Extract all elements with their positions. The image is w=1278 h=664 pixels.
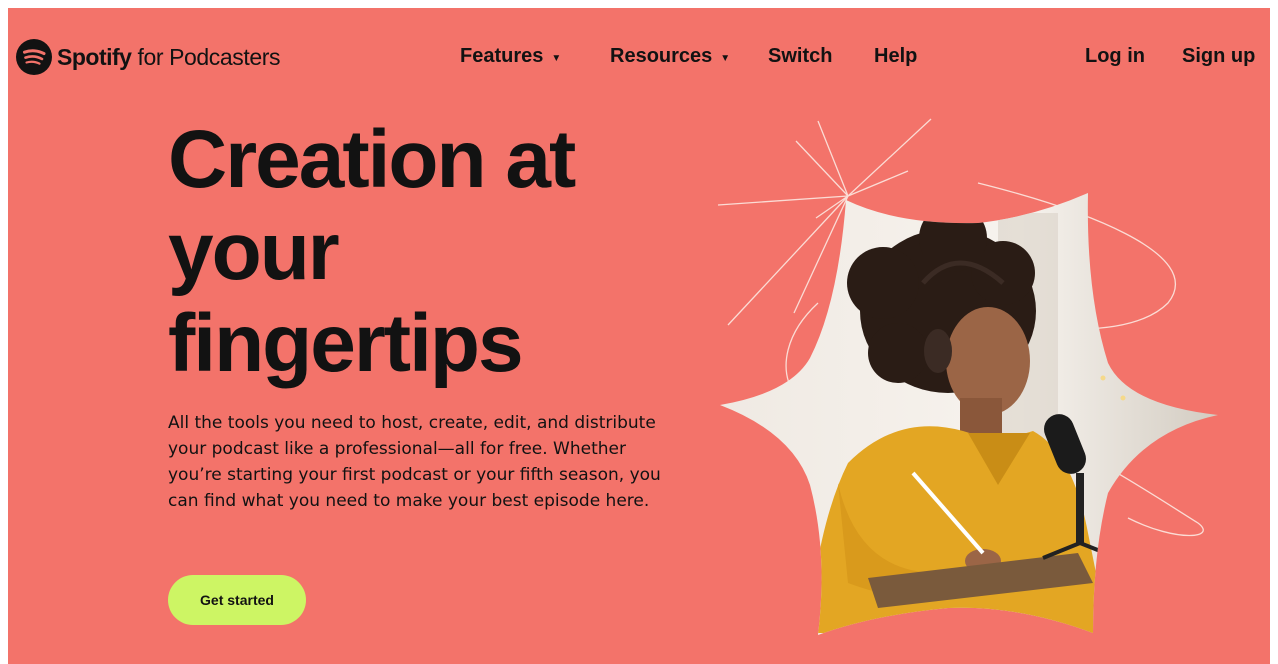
hero-title: Creation at your fingertips (168, 114, 688, 390)
spotify-logo-icon (16, 39, 52, 75)
hero-title-line-1: Creation at (168, 114, 576, 205)
hero-description: All the tools you need to host, create, … (168, 413, 661, 511)
nav-resources-label: Resources (610, 45, 713, 67)
hero-illustration (717, 118, 1218, 635)
nav-features-label: Features (460, 45, 544, 67)
nav-features[interactable]: Features ▼ (460, 45, 561, 68)
get-started-button[interactable]: Get started (168, 575, 306, 625)
hero-title-line-2: your (168, 206, 340, 297)
nav-switch[interactable]: Switch (768, 45, 832, 68)
brand-subtitle: for Podcasters (137, 43, 281, 70)
nav-resources[interactable]: Resources ▼ (610, 45, 730, 68)
hero-title-line-3: fingertips (168, 298, 524, 389)
nav-help[interactable]: Help (874, 45, 917, 68)
top-nav: Spotify for Podcasters Features ▼ Resour… (8, 8, 1270, 108)
nav-switch-label: Switch (768, 45, 833, 67)
caret-down-icon: ▼ (720, 53, 731, 64)
signup-label: Sign up (1182, 45, 1256, 67)
nav-help-label: Help (874, 45, 918, 67)
brand-link[interactable]: Spotify for Podcasters (16, 39, 281, 75)
page: Spotify for Podcasters Features ▼ Resour… (8, 8, 1270, 664)
login-link[interactable]: Log in (1085, 45, 1145, 68)
login-label: Log in (1085, 45, 1145, 67)
caret-down-icon: ▼ (551, 53, 562, 64)
brand-name: Spotify (57, 43, 132, 70)
signup-link[interactable]: Sign up (1182, 45, 1255, 68)
